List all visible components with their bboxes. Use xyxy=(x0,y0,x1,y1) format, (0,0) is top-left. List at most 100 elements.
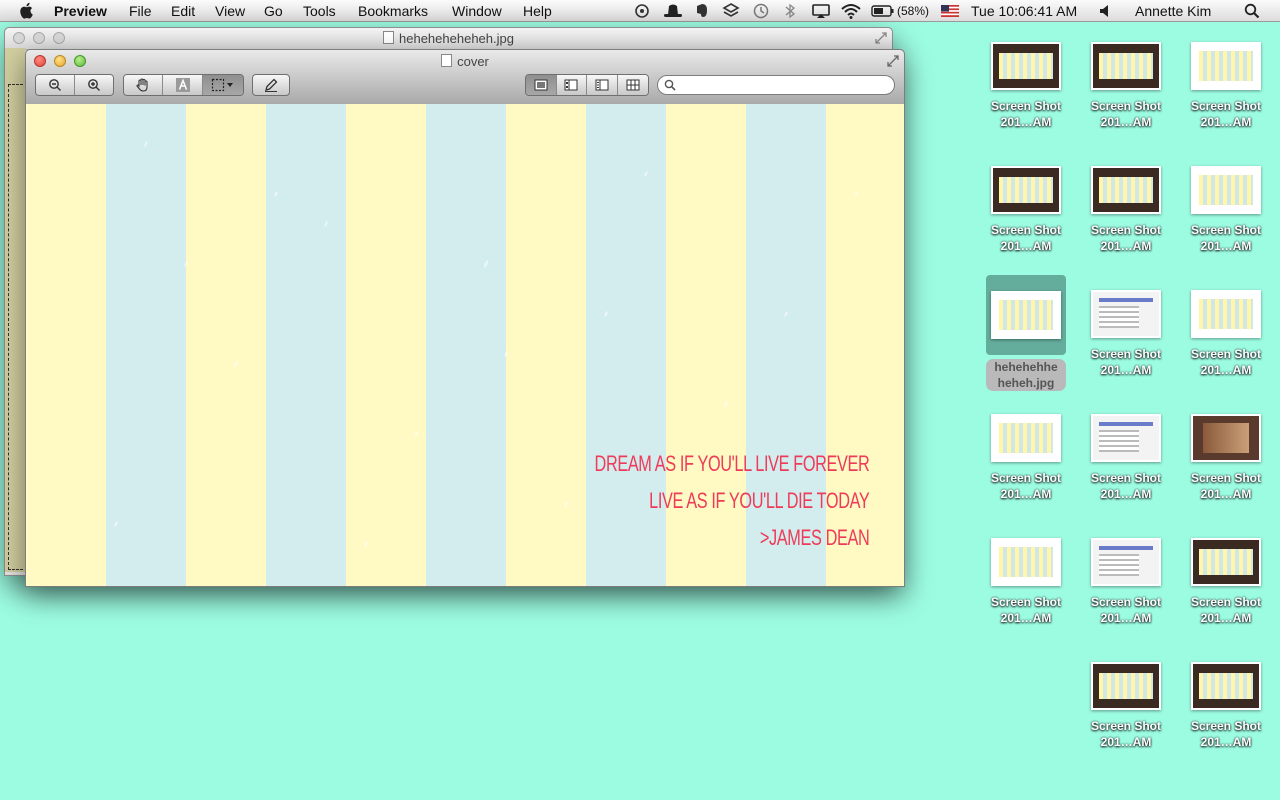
sidebar-list-icon xyxy=(595,79,609,91)
file-label-line-2: 201…AM xyxy=(1200,115,1252,129)
menu-window[interactable]: Window xyxy=(452,3,502,19)
user-name[interactable]: Annette Kim xyxy=(1135,3,1211,19)
menu-file[interactable]: File xyxy=(129,3,152,19)
desktop-file[interactable]: Screen Shot 201…AM xyxy=(1076,662,1176,750)
document-icon xyxy=(383,31,395,44)
file-label-line-2: 201…AM xyxy=(1200,487,1252,501)
apple-menu-icon[interactable] xyxy=(19,2,35,19)
move-tool-button[interactable] xyxy=(124,75,164,95)
bluetooth-icon[interactable] xyxy=(784,2,796,20)
hand-icon xyxy=(136,78,148,92)
desktop-file[interactable]: Screen Shot 201…AM xyxy=(1176,42,1276,130)
wifi-icon[interactable] xyxy=(840,2,862,20)
menu-view[interactable]: View xyxy=(215,3,245,19)
image-canvas[interactable]: DREAM AS IF YOU'LL LIVE FOREVER LIVE AS … xyxy=(26,104,904,586)
desktop-file[interactable]: Screen Shot 201…AM xyxy=(976,166,1076,254)
file-thumbnail-icon xyxy=(991,42,1061,90)
zoom-in-icon xyxy=(87,79,100,91)
thumbnail-image xyxy=(1199,299,1253,329)
file-label-line-1: Screen Shot xyxy=(1090,223,1162,237)
desktop-file[interactable]: Screen Shot 201…AM xyxy=(1076,538,1176,626)
zoom-in-button[interactable] xyxy=(74,75,113,95)
file-label-line-1: Screen Shot xyxy=(1190,99,1262,113)
menu-edit[interactable]: Edit xyxy=(171,3,195,19)
file-label: Screen Shot 201…AM xyxy=(1076,594,1176,626)
file-label-line-2: 201…AM xyxy=(1100,239,1152,253)
menu-bar: Preview File Edit View Go Tools Bookmark… xyxy=(0,0,1280,22)
file-thumbnail-wrap xyxy=(1076,166,1176,218)
menu-help[interactable]: Help xyxy=(523,3,552,19)
file-thumbnail-wrap xyxy=(1076,538,1176,590)
desktop-file[interactable]: Screen Shot 201…AM xyxy=(976,42,1076,130)
text-tool-button[interactable] xyxy=(163,75,203,95)
file-label: Screen Shot 201…AM xyxy=(1176,718,1276,750)
quote-attribution: >JAMES DEAN xyxy=(759,525,870,550)
desktop-file[interactable]: Screen Shot 201…AM xyxy=(1176,662,1276,750)
menu-clock[interactable]: Tue 10:06:41 AM xyxy=(971,3,1077,19)
desktop-file[interactable]: Screen Shot 201…AM xyxy=(1176,166,1276,254)
desktop-file[interactable]: Screen Shot 201…AM xyxy=(1176,414,1276,502)
thumbnails-view-button[interactable] xyxy=(556,75,587,95)
file-thumbnail-icon xyxy=(991,538,1061,586)
dropbox-icon[interactable] xyxy=(722,2,740,20)
file-label-line-2: 201…AM xyxy=(1100,363,1152,377)
file-label: Screen Shot 201…AM xyxy=(1076,718,1176,750)
desktop-file[interactable]: Screen Shot 201…AM xyxy=(1076,290,1176,378)
quote-line-2: LIVE AS IF YOU'LL DIE TODAY xyxy=(648,488,870,513)
desktop-file[interactable]: Screen Shot 201…AM xyxy=(976,414,1076,502)
fullscreen-icon[interactable] xyxy=(874,31,888,45)
preview-window-front[interactable]: cover DREAM AS IF YOU'LL LIVE FOREVER LI… xyxy=(25,49,905,587)
desktop-file-selected[interactable]: hehehehhe heheh.jpg xyxy=(976,275,1076,392)
desktop-file[interactable]: Screen Shot 201…AM xyxy=(1176,290,1276,378)
file-label: Screen Shot 201…AM xyxy=(1176,222,1276,254)
hat-icon[interactable] xyxy=(663,2,683,20)
file-label-line-1: Screen Shot xyxy=(990,223,1062,237)
evernote-icon[interactable] xyxy=(694,2,710,20)
search-input[interactable] xyxy=(680,77,884,94)
window-titlebar[interactable]: cover xyxy=(26,50,904,72)
contact-sheet-view-button[interactable] xyxy=(617,75,648,95)
file-thumbnail-icon xyxy=(1091,662,1161,710)
menu-tools[interactable]: Tools xyxy=(303,3,336,19)
volume-icon[interactable] xyxy=(1099,4,1111,18)
single-page-icon xyxy=(534,79,548,91)
file-thumbnail-wrap xyxy=(1176,290,1276,342)
spotlight-search-icon[interactable] xyxy=(1244,2,1260,20)
desktop-file[interactable]: Screen Shot 201…AM xyxy=(976,538,1076,626)
content-only-view-button[interactable] xyxy=(526,75,557,95)
time-machine-icon[interactable] xyxy=(752,2,770,20)
desktop-file[interactable]: Screen Shot 201…AM xyxy=(1176,538,1276,626)
battery-icon[interactable] xyxy=(871,2,895,20)
zoom-out-button[interactable] xyxy=(36,75,75,95)
app-menu[interactable]: Preview xyxy=(54,3,107,19)
thumbnail-image xyxy=(999,423,1053,453)
selection-tool-button[interactable] xyxy=(202,75,243,95)
menu-go[interactable]: Go xyxy=(264,3,283,19)
file-thumbnail-wrap xyxy=(1076,42,1176,94)
file-thumbnail-wrap xyxy=(1176,42,1276,94)
window-titlebar[interactable]: heheheheheheh.jpg xyxy=(5,28,892,50)
search-field[interactable] xyxy=(657,75,895,95)
battery-percent: (58%) xyxy=(897,4,930,18)
menu-bookmarks[interactable]: Bookmarks xyxy=(358,3,428,19)
fullscreen-icon[interactable] xyxy=(886,54,900,68)
file-label: Screen Shot 201…AM xyxy=(976,470,1076,502)
file-label-line-1: Screen Shot xyxy=(1090,347,1162,361)
file-label-line-1: Screen Shot xyxy=(1190,223,1262,237)
file-label-line-2: 201…AM xyxy=(1100,611,1152,625)
file-thumbnail-wrap xyxy=(986,275,1066,355)
table-of-contents-view-button[interactable] xyxy=(587,75,618,95)
annotate-button[interactable] xyxy=(252,74,290,96)
file-label-line-2: heheh.jpg xyxy=(997,376,1055,390)
airplay-display-icon[interactable] xyxy=(811,2,831,20)
desktop-file[interactable]: Screen Shot 201…AM xyxy=(1076,166,1176,254)
pencil-icon xyxy=(265,78,278,92)
thumbnail-image xyxy=(1199,51,1253,81)
file-label-line-1: Screen Shot xyxy=(1190,719,1262,733)
thumbnails-icon xyxy=(564,79,578,91)
file-thumbnail-icon xyxy=(1191,414,1261,462)
desktop-file[interactable]: Screen Shot 201…AM xyxy=(1076,414,1176,502)
desktop-file[interactable]: Screen Shot 201…AM xyxy=(1076,42,1176,130)
input-source-flag-icon[interactable] xyxy=(941,5,959,17)
accessibility-icon[interactable] xyxy=(634,2,650,20)
